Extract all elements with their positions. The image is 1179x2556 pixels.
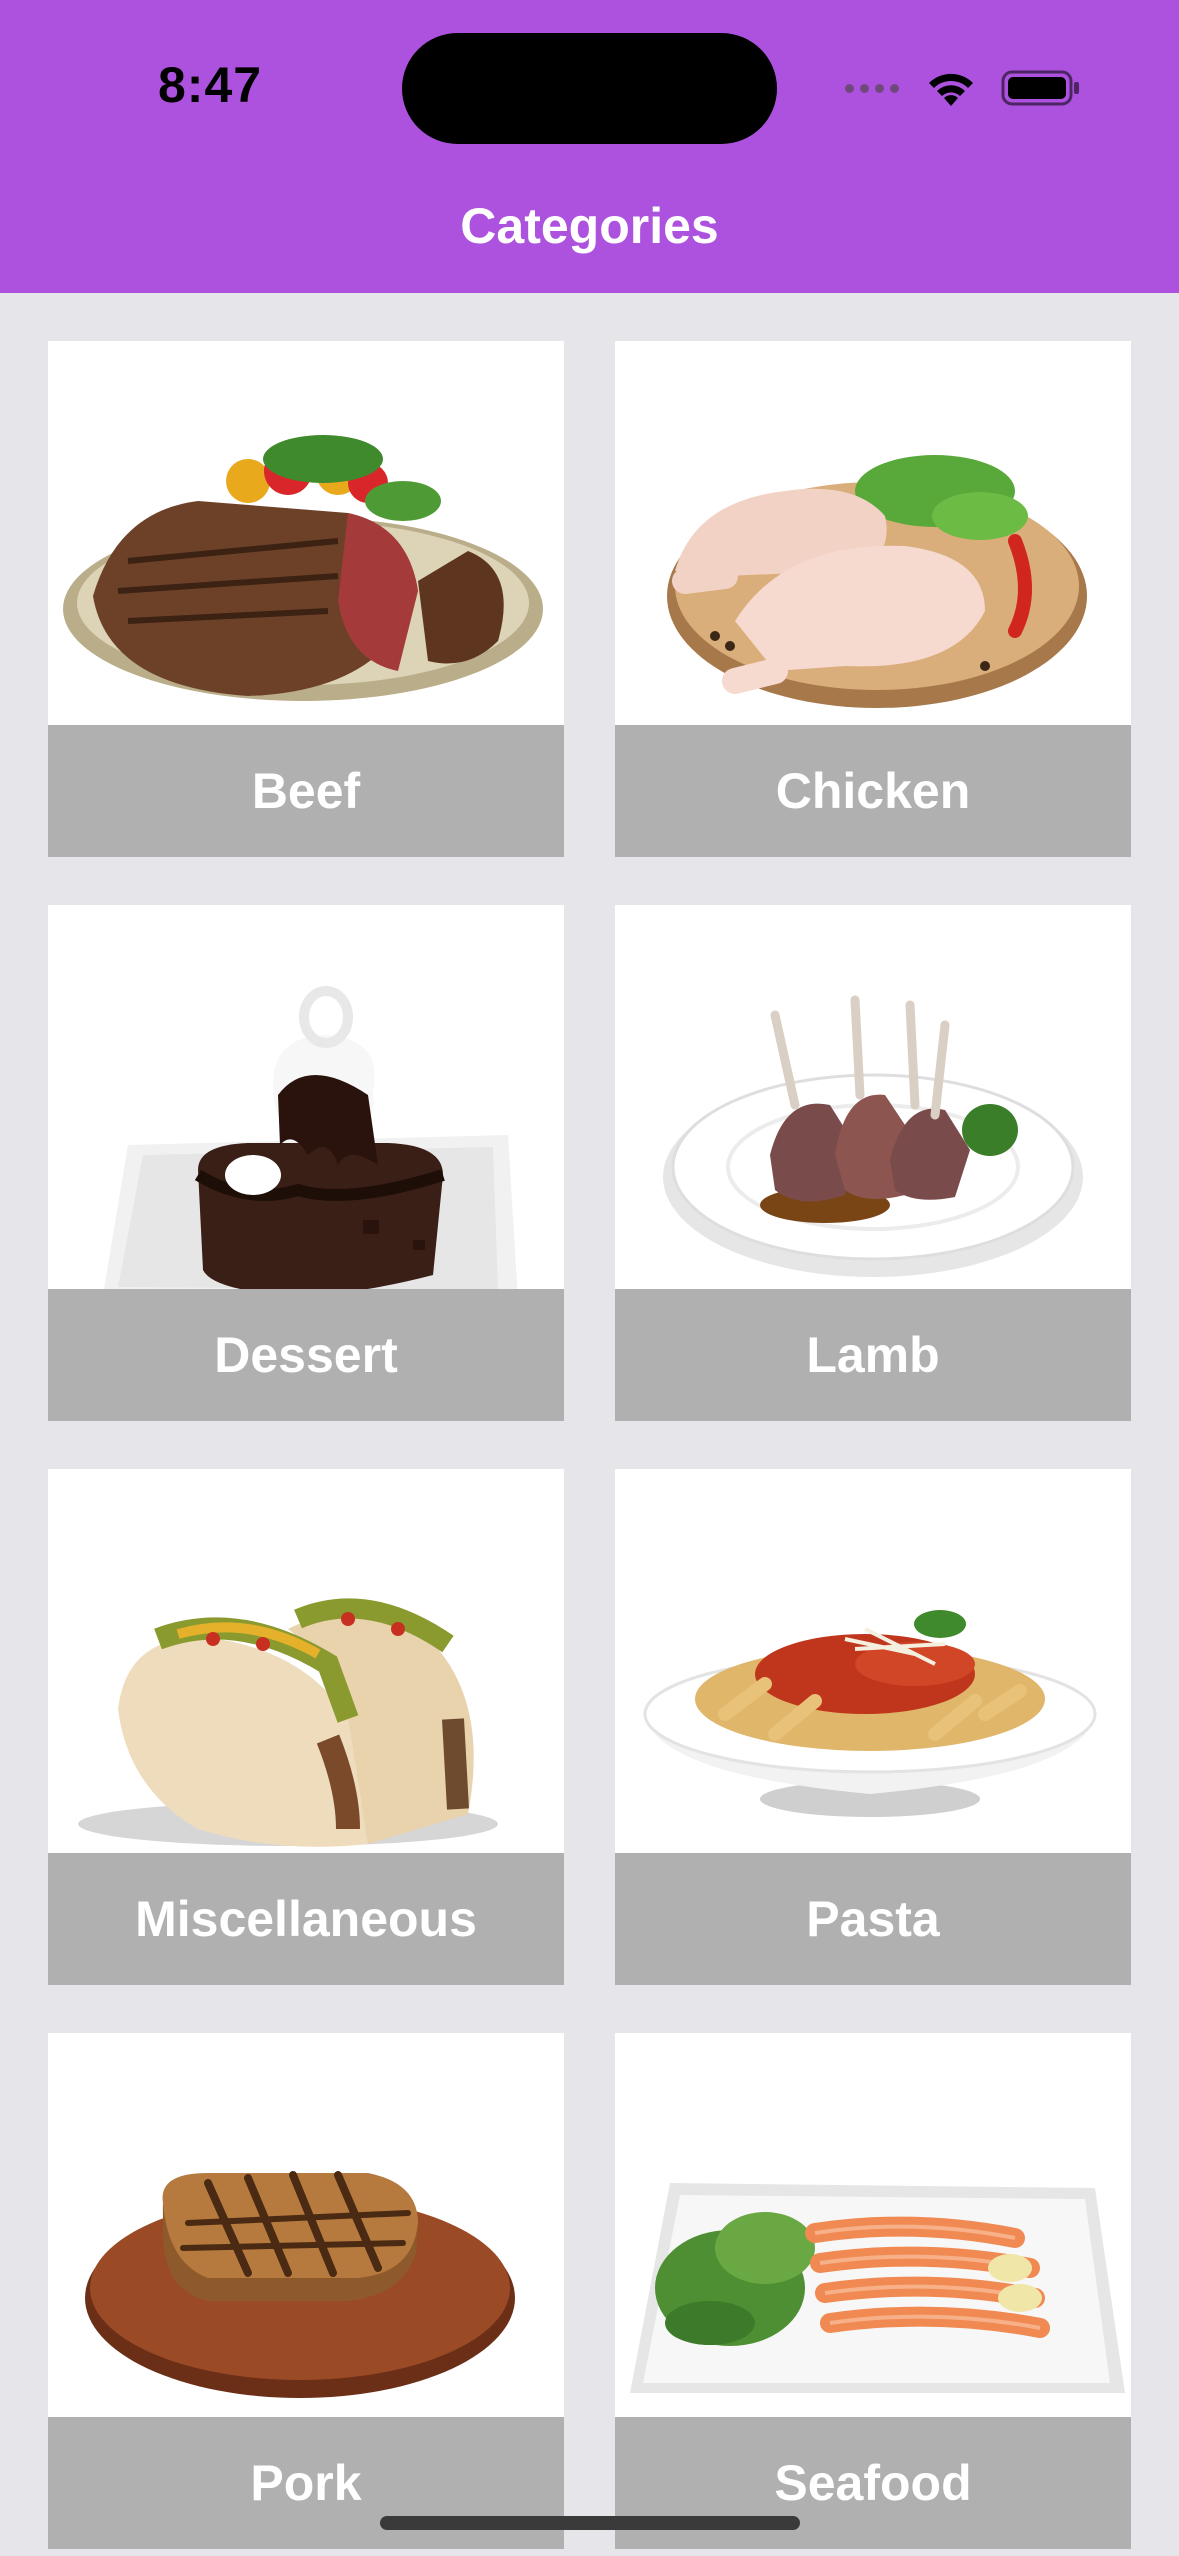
lamb-chops-plate-image	[663, 995, 1083, 1277]
category-label: Lamb	[615, 1289, 1131, 1421]
category-card-chicken[interactable]: Chicken	[615, 341, 1131, 857]
category-label: Chicken	[615, 725, 1131, 857]
category-grid: Beef Chicken Dessert Lamb Miscellaneous …	[48, 341, 1131, 2549]
dynamic-island	[402, 33, 777, 144]
category-label: Beef	[48, 725, 564, 857]
category-card-pasta[interactable]: Pasta	[615, 1469, 1131, 1985]
home-indicator[interactable]	[380, 2516, 800, 2530]
status-icons	[845, 64, 1081, 112]
category-card-dessert[interactable]: Dessert	[48, 905, 564, 1421]
status-time: 8:47	[158, 57, 263, 113]
raw-chicken-board-image	[667, 455, 1087, 708]
page-title: Categories	[460, 198, 719, 254]
category-card-lamb[interactable]: Lamb	[615, 905, 1131, 1421]
category-label: Dessert	[48, 1289, 564, 1421]
category-card-beef[interactable]: Beef	[48, 341, 564, 857]
cellular-signal-icon	[845, 83, 899, 93]
tacos-image	[78, 1598, 498, 1847]
penne-pasta-bowl-image	[643, 1610, 1097, 1817]
category-label: Miscellaneous	[48, 1853, 564, 1985]
category-card-miscellaneous[interactable]: Miscellaneous	[48, 1469, 564, 1985]
salmon-sashimi-plate-image	[630, 2183, 1125, 2393]
pork-chop-board-image	[85, 2171, 515, 2398]
category-card-pork[interactable]: Pork	[48, 2033, 564, 2549]
navigation-header: 8:47 Categories	[0, 0, 1179, 293]
battery-full-icon	[1001, 70, 1079, 106]
category-label: Pasta	[615, 1853, 1131, 1985]
category-card-seafood[interactable]: Seafood	[615, 2033, 1131, 2549]
wifi-icon	[929, 73, 973, 106]
steak-plate-image	[63, 435, 543, 701]
chocolate-lava-cake-image	[104, 986, 518, 1289]
